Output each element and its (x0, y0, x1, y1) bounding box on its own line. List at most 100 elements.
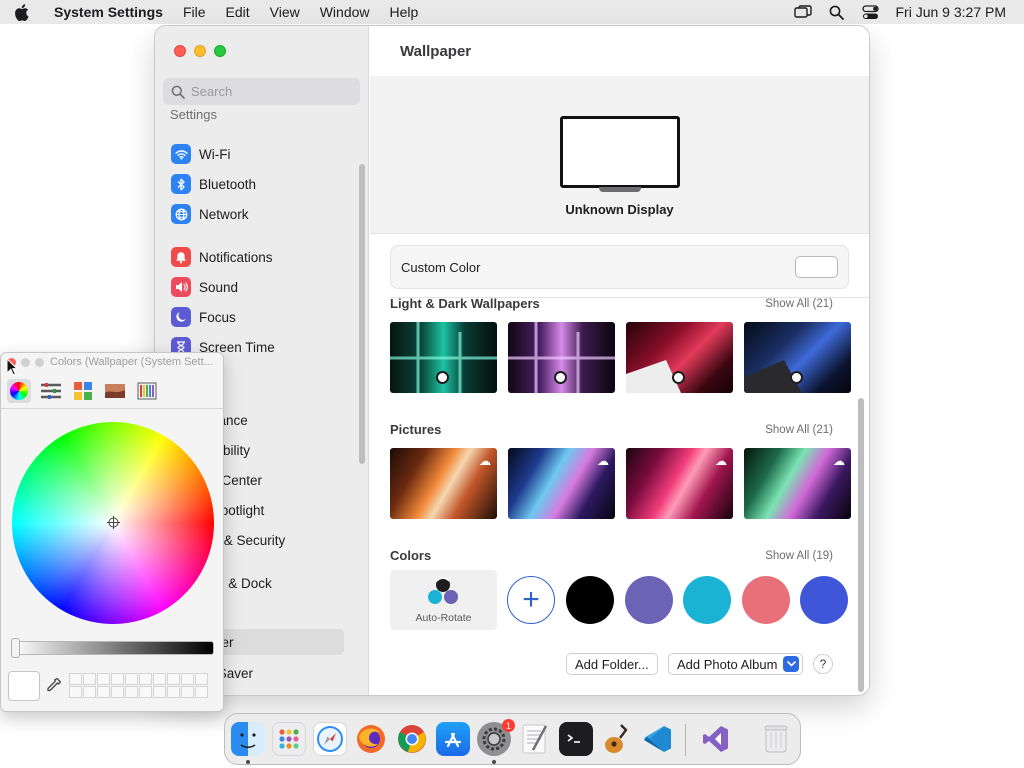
bell-icon (171, 247, 191, 267)
monitor-stand (599, 187, 641, 192)
custom-color-row[interactable]: Custom Color (390, 245, 849, 289)
wallpaper-thumb[interactable] (508, 322, 615, 393)
sidebar-item-sound[interactable]: Sound (169, 274, 344, 300)
minimize-window-button[interactable] (194, 45, 206, 57)
launchpad-icon[interactable] (272, 722, 306, 756)
wallpaper-thumb[interactable] (390, 322, 497, 393)
menu-file[interactable]: File (173, 4, 216, 20)
panel-zoom-button[interactable] (35, 358, 44, 367)
color-swatch[interactable] (800, 576, 848, 624)
panel-minimize-button[interactable] (21, 358, 30, 367)
terminal-icon[interactable] (559, 722, 593, 756)
light-dark-badge-icon (672, 371, 685, 384)
light-dark-badge-icon (436, 371, 449, 384)
screen-mirroring-icon[interactable] (786, 5, 820, 19)
menu-window[interactable]: Window (310, 4, 380, 20)
help-button[interactable]: ? (813, 654, 833, 674)
zoom-window-button[interactable] (214, 45, 226, 57)
wallpaper-thumb[interactable] (626, 322, 733, 393)
firefox-icon[interactable] (354, 722, 388, 756)
sidebar-item-notifications[interactable]: Notifications (169, 244, 344, 270)
wallpaper-thumb[interactable] (744, 322, 851, 393)
menu-help[interactable]: Help (380, 4, 429, 20)
menu-app-name[interactable]: System Settings (50, 4, 173, 20)
garageband-icon[interactable] (600, 722, 634, 756)
spotlight-search-icon[interactable] (820, 5, 854, 20)
chrome-icon[interactable] (395, 722, 429, 756)
system-settings-window: Search Settings Wi-Fi Bluetooth Network (155, 26, 869, 695)
image-palettes-tab-icon[interactable] (103, 379, 127, 403)
color-swatch[interactable] (683, 576, 731, 624)
light-dark-badge-icon (554, 371, 567, 384)
color-wheel-tab-icon[interactable] (7, 379, 31, 403)
sidebar-item-label: Notifications (199, 249, 273, 265)
palettes-tab-icon[interactable] (71, 379, 95, 403)
custom-color-swatch[interactable] (795, 256, 838, 278)
safari-icon[interactable] (313, 722, 347, 756)
sidebar-item-bluetooth[interactable]: Bluetooth (169, 171, 344, 197)
close-window-button[interactable] (174, 45, 186, 57)
add-photo-album-button[interactable]: Add Photo Album (668, 653, 804, 675)
crayons-tab-icon[interactable] (135, 379, 159, 403)
show-all-pictures[interactable]: Show All (21) (765, 424, 833, 436)
sidebar-item-label: Wi-Fi (199, 146, 231, 162)
visual-studio-icon[interactable] (699, 722, 733, 756)
search-placeholder: Search (191, 84, 233, 99)
add-folder-button[interactable]: Add Folder... (566, 653, 658, 675)
content-scrollbar[interactable] (858, 398, 864, 692)
vscode-icon[interactable] (641, 722, 675, 756)
show-all-light-dark[interactable]: Show All (21) (765, 298, 833, 310)
brightness-slider[interactable] (12, 641, 214, 655)
bluetooth-icon (171, 174, 191, 194)
wallpaper-thumb[interactable]: ☁ (508, 448, 615, 519)
running-indicator (246, 760, 250, 764)
sidebar-item-wifi[interactable]: Wi-Fi (169, 141, 344, 167)
finder-icon[interactable] (231, 722, 265, 756)
menu-bar: System Settings File Edit View Window He… (0, 0, 1024, 24)
saved-colors-grid[interactable] (69, 673, 208, 698)
sidebar-item-network[interactable]: Network (169, 201, 344, 227)
system-settings-icon[interactable]: 1 (477, 719, 515, 756)
add-color-button[interactable]: + (507, 576, 555, 624)
textedit-icon[interactable] (518, 722, 552, 756)
wallpaper-thumb[interactable]: ☁ (390, 448, 497, 519)
brightness-slider-knob[interactable] (11, 638, 20, 658)
app-store-icon[interactable] (436, 722, 470, 756)
section-title-pictures: Pictures (390, 422, 442, 437)
menu-view[interactable]: View (260, 4, 310, 20)
color-swatch[interactable] (566, 576, 614, 624)
control-center-icon[interactable] (854, 4, 888, 20)
sidebar-scrollbar[interactable] (359, 164, 365, 464)
sidebar-item-label: Network (199, 206, 249, 222)
current-color-swatch[interactable] (8, 671, 40, 701)
wifi-icon (171, 144, 191, 164)
eyedropper-icon[interactable] (46, 677, 62, 695)
sidebar-item-focus[interactable]: Focus (169, 304, 344, 330)
auto-rotate-label: Auto-Rotate (415, 612, 472, 624)
section-title-light-dark: Light & Dark Wallpapers (390, 296, 540, 311)
page-title: Wallpaper (400, 43, 472, 60)
color-swatch[interactable] (742, 576, 790, 624)
mouse-cursor (6, 358, 18, 376)
color-swatch[interactable] (625, 576, 673, 624)
auto-rotate-tile[interactable]: Auto-Rotate (390, 570, 497, 630)
wallpaper-thumb[interactable]: ☁ (626, 448, 733, 519)
crosshair-icon[interactable] (107, 516, 120, 529)
colors-panel: Colors (Wallpaper (System Sett... (0, 352, 224, 712)
display-preview: Unknown Display (370, 76, 869, 234)
sidebar-item-label: Bluetooth (199, 176, 257, 192)
search-field[interactable]: Search (163, 78, 360, 105)
sidebar-item-label: Focus (199, 309, 236, 325)
download-cloud-icon: ☁ (597, 454, 609, 468)
apple-menu-icon[interactable] (14, 3, 50, 21)
search-icon (171, 85, 185, 99)
panel-title: Colors (Wallpaper (System Sett... (50, 356, 213, 368)
wallpaper-thumb[interactable]: ☁ (744, 448, 851, 519)
trash-icon[interactable] (759, 722, 793, 756)
speaker-icon (171, 277, 191, 297)
sliders-tab-icon[interactable] (39, 379, 63, 403)
section-title-colors: Colors (390, 548, 432, 563)
show-all-colors[interactable]: Show All (19) (765, 550, 833, 562)
menu-edit[interactable]: Edit (216, 4, 260, 20)
menu-clock[interactable]: Fri Jun 9 3:27 PM (888, 4, 1024, 20)
